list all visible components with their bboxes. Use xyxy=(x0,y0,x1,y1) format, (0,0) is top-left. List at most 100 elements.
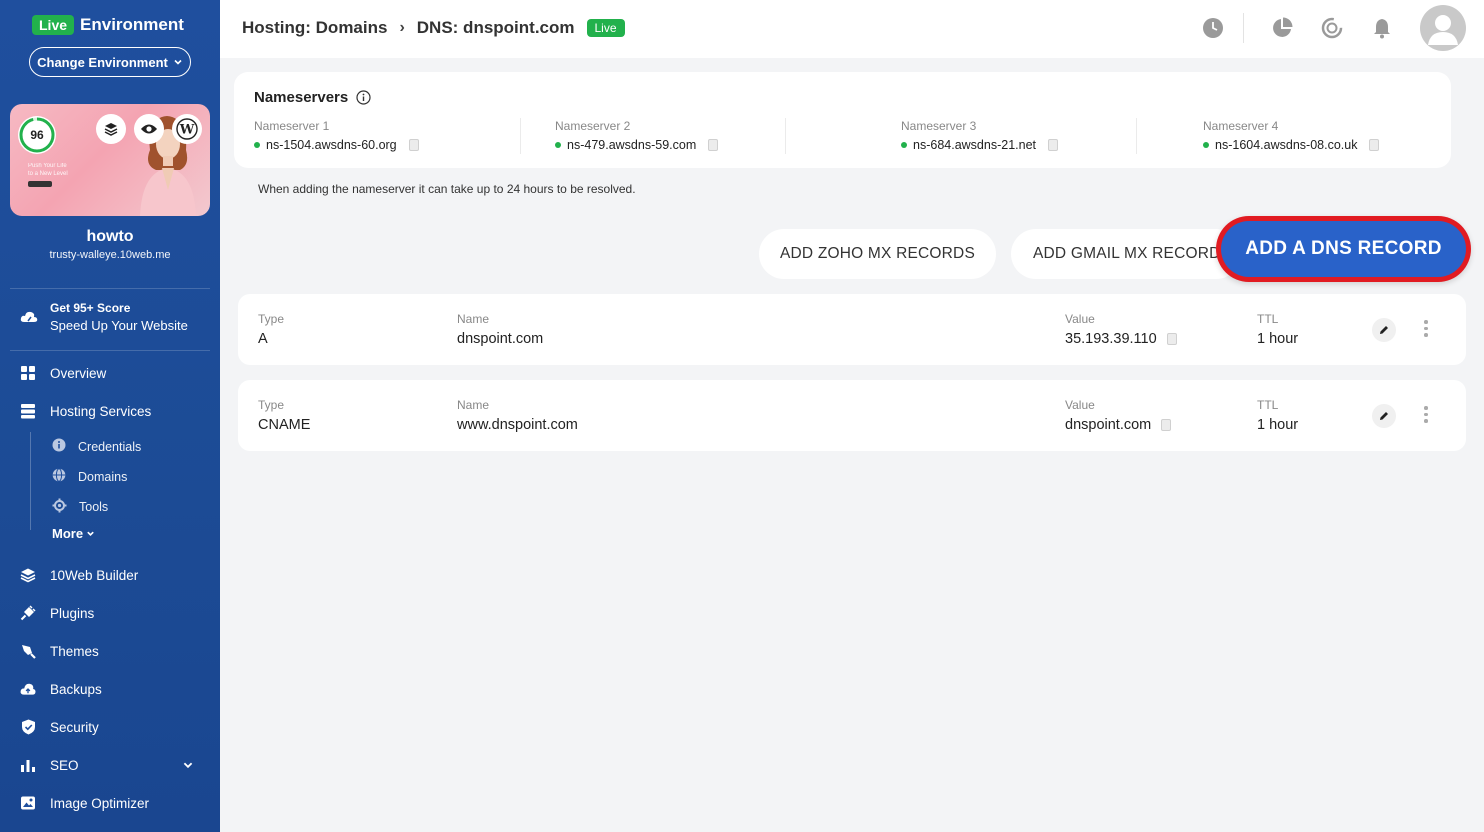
site-name: howto xyxy=(86,228,134,245)
edit-record-button[interactable] xyxy=(1372,318,1396,342)
sidebar-more-toggle[interactable]: More xyxy=(52,526,95,541)
breadcrumb: Hosting: Domains › DNS: dnspoint.com Liv… xyxy=(242,18,625,38)
performance-score[interactable]: 96 xyxy=(18,116,56,154)
chevron-down-icon[interactable] xyxy=(182,759,194,771)
tools-gear-icon xyxy=(52,498,67,516)
sidebar-item-hosting-services[interactable]: Hosting Services xyxy=(20,403,210,419)
clock-icon[interactable] xyxy=(1201,16,1225,40)
submenu-guide-line xyxy=(30,432,31,530)
copy-icon[interactable] xyxy=(1369,139,1380,151)
sidebar-item-label: Image Optimizer xyxy=(50,795,150,811)
sidebar-item-label: Overview xyxy=(50,365,107,381)
sidebar-item-overview[interactable]: Overview xyxy=(20,365,210,381)
status-dot xyxy=(1203,142,1209,148)
copy-icon[interactable] xyxy=(1048,139,1058,151)
layers-icon[interactable] xyxy=(96,114,126,144)
sidebar-subitem-tools[interactable]: Tools xyxy=(52,498,108,516)
sidebar-divider xyxy=(10,350,210,351)
change-environment-button[interactable]: Change Environment xyxy=(29,47,191,77)
breadcrumb-hosting-domains[interactable]: Hosting: Domains xyxy=(242,18,387,38)
dns-record-row: Type A Name dnspoint.com Value 35.193.39… xyxy=(238,294,1466,365)
sidebar-item-label: Themes xyxy=(50,643,99,659)
sidebar-item-image-optimizer[interactable]: Image Optimizer xyxy=(20,795,210,811)
plug-icon xyxy=(20,605,36,621)
nameserver-3: Nameserver 3 ns-684.awsdns-21.net xyxy=(901,119,1058,152)
sidebar-divider xyxy=(10,288,210,289)
sidebar-item-label: Tools xyxy=(79,500,109,514)
column-label: Name xyxy=(457,312,490,326)
record-type-cell: Type A xyxy=(258,312,284,347)
nameserver-value: ns-1604.awsdns-08.co.uk xyxy=(1215,138,1358,152)
shield-icon xyxy=(20,719,36,735)
more-options-icon[interactable] xyxy=(1424,320,1428,340)
sidebar-item-label: Security xyxy=(50,719,99,735)
wordpress-icon[interactable]: W xyxy=(172,114,202,144)
info-icon[interactable] xyxy=(356,90,371,105)
image-icon xyxy=(20,795,36,811)
more-options-icon[interactable] xyxy=(1424,406,1428,426)
sidebar-item-label: SEO xyxy=(50,757,79,773)
sidebar-subitem-credentials[interactable]: Credentials xyxy=(52,438,141,455)
sidebar-subitem-domains[interactable]: Domains xyxy=(52,468,127,485)
add-zoho-mx-records-button[interactable]: ADD ZOHO MX RECORDS xyxy=(759,229,996,279)
promo-title: Get 95+ Score xyxy=(50,301,131,315)
live-status-badge: Live xyxy=(586,19,625,37)
add-dns-record-highlight: ADD A DNS RECORD xyxy=(1216,216,1471,282)
sidebar-item-label: Backups xyxy=(50,681,102,697)
environment-title: Environment xyxy=(80,15,184,34)
thumbnail-actions: W xyxy=(96,114,202,144)
copy-icon[interactable] xyxy=(1166,333,1177,345)
top-header: Hosting: Domains › DNS: dnspoint.com Liv… xyxy=(220,0,1484,58)
sidebar-item-security[interactable]: Security xyxy=(20,719,210,735)
copy-icon[interactable] xyxy=(408,139,419,151)
column-label: TTL xyxy=(1257,312,1279,326)
nameserver-label: Nameserver 3 xyxy=(901,119,977,133)
nameserver-value: ns-479.awsdns-59.com xyxy=(567,138,697,152)
sidebar-item-themes[interactable]: Themes xyxy=(20,643,210,659)
column-label: Type xyxy=(258,312,285,326)
column-label: Value xyxy=(1065,398,1095,412)
record-value: 35.193.39.110 xyxy=(1065,331,1157,347)
speed-up-promo[interactable]: Get 95+ Score Speed Up Your Website xyxy=(20,301,188,333)
score-value: 96 xyxy=(30,128,44,142)
bell-icon[interactable] xyxy=(1370,16,1394,40)
sidebar-item-plugins[interactable]: Plugins xyxy=(20,605,210,621)
nameservers-title: Nameservers xyxy=(254,89,349,106)
sidebar-item-label: Plugins xyxy=(50,605,95,621)
speed-gauge-icon[interactable] xyxy=(1320,16,1344,40)
edit-record-button[interactable] xyxy=(1372,404,1396,428)
nameserver-label: Nameserver 1 xyxy=(254,119,330,133)
sidebar-item-backups[interactable]: Backups xyxy=(20,681,210,697)
record-name-cell: Name dnspoint.com xyxy=(457,312,543,347)
status-dot xyxy=(254,142,260,148)
change-environment-label: Change Environment xyxy=(37,54,168,70)
globe-icon xyxy=(52,468,66,485)
chevron-down-icon xyxy=(87,531,94,536)
sidebar-item-10web-builder[interactable]: 10Web Builder xyxy=(20,567,210,583)
user-avatar[interactable] xyxy=(1420,5,1466,51)
nameserver-label: Nameserver 4 xyxy=(1203,119,1279,133)
site-thumbnail[interactable]: Push Your Life to a New Level 96 W xyxy=(10,104,210,216)
record-type: A xyxy=(258,331,268,347)
column-divider xyxy=(1136,118,1137,154)
pie-chart-icon[interactable] xyxy=(1270,16,1294,40)
record-value: dnspoint.com xyxy=(1065,417,1152,433)
site-url[interactable]: trusty-walleye.10web.me xyxy=(0,249,220,261)
live-badge: Live xyxy=(32,15,75,35)
nameservers-card: Nameservers Nameserver 1 ns-1504.awsdns-… xyxy=(234,72,1451,168)
server-icon xyxy=(20,403,36,419)
sidebar-item-seo[interactable]: SEO xyxy=(20,757,210,773)
copy-icon[interactable] xyxy=(708,139,719,151)
nameserver-2: Nameserver 2 ns-479.awsdns-59.com xyxy=(555,119,719,152)
eye-icon[interactable] xyxy=(134,114,164,144)
add-gmail-mx-records-button[interactable]: ADD GMAIL MX RECORDS xyxy=(1011,229,1241,279)
sidebar-item-label: Credentials xyxy=(78,439,142,454)
thumbnail-text: Push Your Life to a New Level xyxy=(28,163,68,177)
record-ttl: 1 hour xyxy=(1257,417,1299,433)
nameserver-note: When adding the nameserver it can take u… xyxy=(258,182,636,196)
record-type: CNAME xyxy=(258,417,311,433)
add-dns-record-button[interactable]: ADD A DNS RECORD xyxy=(1221,221,1466,277)
info-circle-icon xyxy=(52,438,66,455)
copy-icon[interactable] xyxy=(1161,419,1172,431)
record-ttl-cell: TTL 1 hour xyxy=(1257,398,1298,433)
